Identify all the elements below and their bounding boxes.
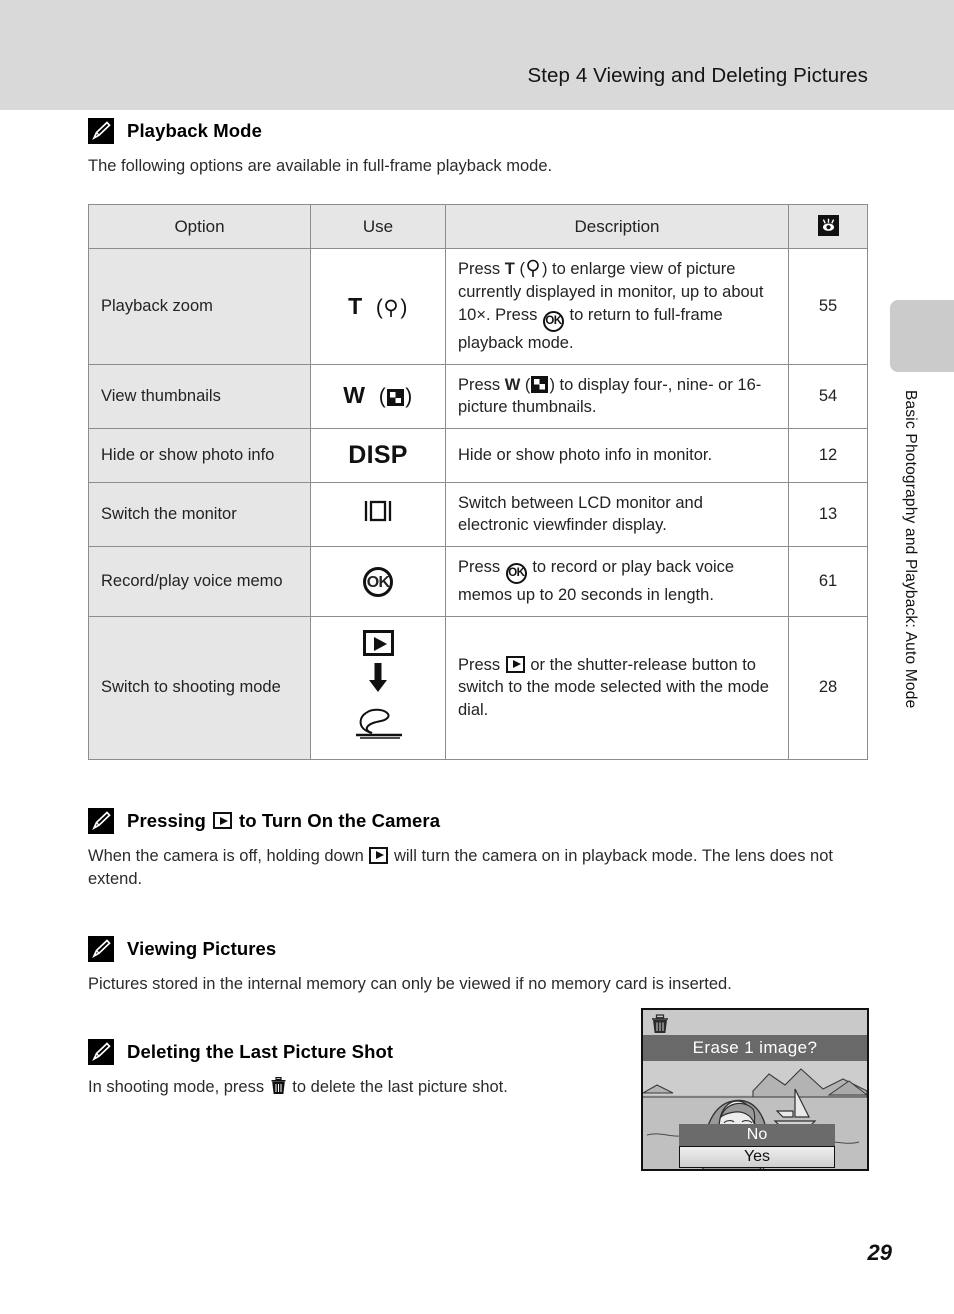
- zoom-wide-label: W: [343, 382, 366, 409]
- page-header-band: Step 4 Viewing and Deleting Pictures: [0, 0, 954, 110]
- down-arrow-icon: [367, 663, 389, 700]
- pencil-note-icon: [88, 936, 114, 963]
- row-option-label: Switch the monitor: [88, 481, 311, 548]
- playback-icon: [369, 846, 389, 864]
- row-use-control: T ( ): [310, 248, 446, 365]
- monitor-switch-icon: [358, 496, 398, 526]
- lcd-top-bar: [643, 1010, 867, 1035]
- row-page-ref: 55: [788, 248, 868, 365]
- magnify-icon: [383, 298, 400, 317]
- note-title: Pressing to Turn On the Camera: [127, 810, 440, 832]
- open-book-icon: [817, 214, 839, 236]
- row-option-label: Playback zoom: [88, 248, 311, 365]
- ok-icon: OK: [363, 566, 393, 597]
- note-body: The following options are available in f…: [88, 157, 553, 175]
- row-description: Switch between LCD monitor and electroni…: [445, 481, 789, 548]
- camera-lcd-mockup: Erase 1 image? No Yes: [641, 1008, 869, 1171]
- table-row: View thumbnails W () Press W () to displ…: [88, 363, 868, 430]
- pencil-note-icon: [88, 807, 114, 834]
- shutter-press-icon: [350, 707, 406, 746]
- pencil-note-icon: [88, 118, 114, 144]
- row-description: Press OK to record or play back voice me…: [445, 546, 789, 617]
- table-row: Switch the monitor Switch between LCD mo…: [88, 481, 868, 548]
- thumbnails-icon: [387, 389, 405, 407]
- zoom-tele-label: T: [348, 292, 363, 319]
- page-content: Playback Mode The following options are …: [88, 118, 878, 1100]
- magnify-icon: [525, 259, 542, 278]
- note-heading-viewing-pictures: Viewing Pictures: [88, 936, 878, 963]
- note-title-part-before: Pressing: [127, 809, 206, 831]
- chapter-tab-marker: [890, 300, 954, 372]
- row-page-ref: 12: [788, 428, 868, 483]
- row-use-control: W (): [310, 363, 446, 430]
- row-use-control: [310, 616, 446, 760]
- page-number: 29: [867, 1240, 892, 1265]
- playback-icon: [212, 812, 232, 830]
- row-description: Hide or show photo info in monitor.: [445, 428, 789, 483]
- row-option-label: View thumbnails: [88, 363, 311, 430]
- chapter-tab-label: Basic Photography and Playback: Auto Mod…: [902, 390, 919, 709]
- row-page-ref: 13: [788, 481, 868, 548]
- lcd-option-yes[interactable]: Yes: [679, 1146, 835, 1168]
- column-header-description: Description: [445, 203, 789, 250]
- playback-icon: [362, 630, 394, 656]
- row-description: Press T ( ) to enlarge view of picture c…: [445, 248, 789, 365]
- note-title-part-after: to Turn On the Camera: [238, 809, 441, 831]
- playback-icon: [505, 655, 525, 673]
- column-header-use: Use: [310, 203, 446, 250]
- ok-icon: OK: [505, 563, 527, 585]
- row-description: Press or the shutter-release button to s…: [445, 616, 789, 760]
- table-row: Hide or show photo info DISP Hide or sho…: [88, 428, 868, 483]
- note-heading-playback-mode: Playback Mode: [88, 118, 878, 144]
- table-row: Playback zoom T ( ) Press T () to enlar…: [88, 248, 868, 365]
- row-page-ref: 28: [788, 616, 868, 760]
- row-page-ref: 54: [788, 363, 868, 430]
- table-row: Switch to shooting mode Press or the shu…: [88, 616, 868, 760]
- note-title: Playback Mode: [127, 120, 262, 141]
- thumbnails-icon: [531, 375, 549, 393]
- note-heading-pressing-playback: Pressing to Turn On the Camera: [88, 807, 878, 834]
- row-option-label: Hide or show photo info: [88, 428, 311, 483]
- row-option-label: Switch to shooting mode: [88, 616, 311, 760]
- table-header-row: Option Use Description: [88, 203, 868, 250]
- row-use-control: OK: [310, 546, 446, 617]
- lcd-option-no[interactable]: No: [679, 1124, 835, 1146]
- note-title: Deleting the Last Picture Shot: [127, 1041, 394, 1063]
- note-body: Pictures stored in the internal memory c…: [88, 975, 732, 994]
- playback-options-table: Option Use Description Playback zoom T (…: [88, 203, 868, 760]
- pencil-note-icon: [88, 1039, 114, 1066]
- row-use-control: [310, 481, 446, 548]
- column-header-option: Option: [88, 203, 311, 250]
- table-row: Record/play voice memo OK Press OK to re…: [88, 546, 868, 617]
- trash-icon: [271, 1077, 286, 1095]
- note-body: When the camera is off, holding down wil…: [88, 845, 878, 893]
- trash-icon: [651, 1014, 669, 1034]
- row-use-control: DISP: [310, 428, 446, 483]
- row-option-label: Record/play voice memo: [88, 546, 311, 617]
- page-header-title: Step 4 Viewing and Deleting Pictures: [527, 64, 868, 87]
- row-description: Press W () to display four-, nine- or 16…: [445, 363, 789, 430]
- ok-icon: OK: [542, 310, 564, 332]
- note-title: Viewing Pictures: [127, 938, 277, 960]
- note-body-part-after: to delete the last picture shot.: [292, 1078, 508, 1097]
- column-header-page-ref: [788, 203, 868, 250]
- note-body-part-before: When the camera is off, holding down: [88, 846, 364, 865]
- row-page-ref: 61: [788, 546, 868, 617]
- note-body-part-before: In shooting mode, press: [88, 1078, 265, 1097]
- disp-button-label: DISP: [348, 441, 408, 470]
- lcd-confirm-message: Erase 1 image?: [643, 1035, 867, 1061]
